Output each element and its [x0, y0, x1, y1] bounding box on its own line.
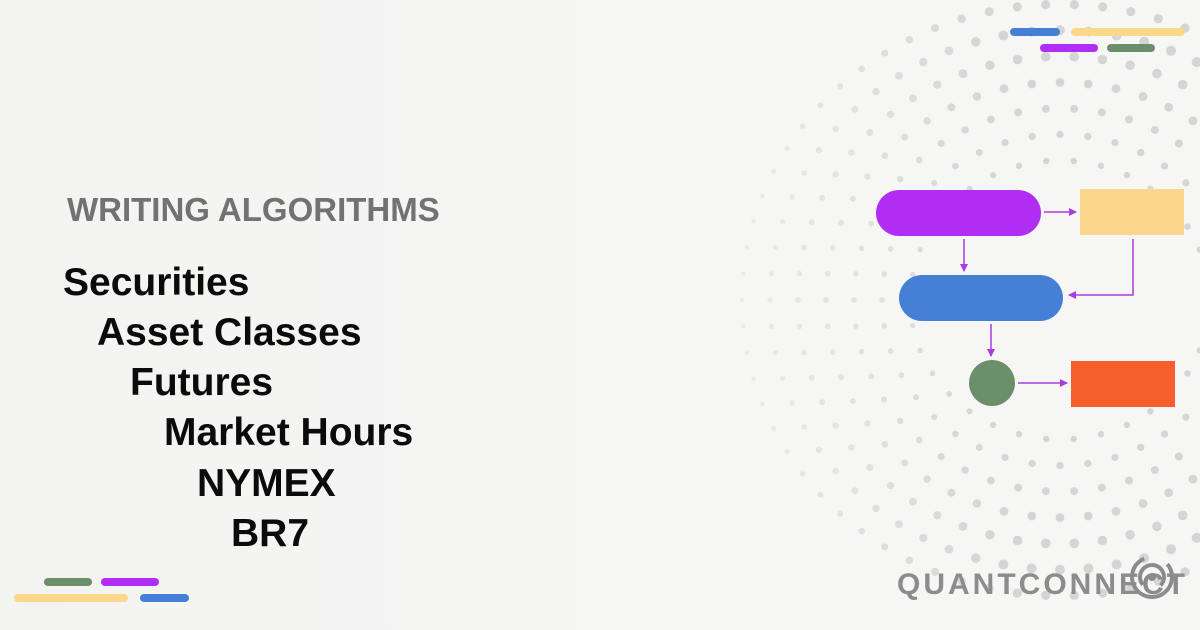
flow-arrow-yellow-to-blue — [1068, 239, 1134, 299]
quantconnect-logo-icon — [1130, 555, 1174, 599]
social-card: WRITING ALGORITHMS Securities Asset Clas… — [0, 0, 1200, 630]
flowchart-illustration — [876, 189, 1184, 407]
flow-node-purple — [876, 190, 1041, 236]
flow-node-yellow — [1080, 189, 1184, 235]
flow-node-blue — [899, 275, 1063, 321]
flow-node-green — [969, 360, 1015, 406]
flow-node-orange — [1071, 361, 1175, 407]
